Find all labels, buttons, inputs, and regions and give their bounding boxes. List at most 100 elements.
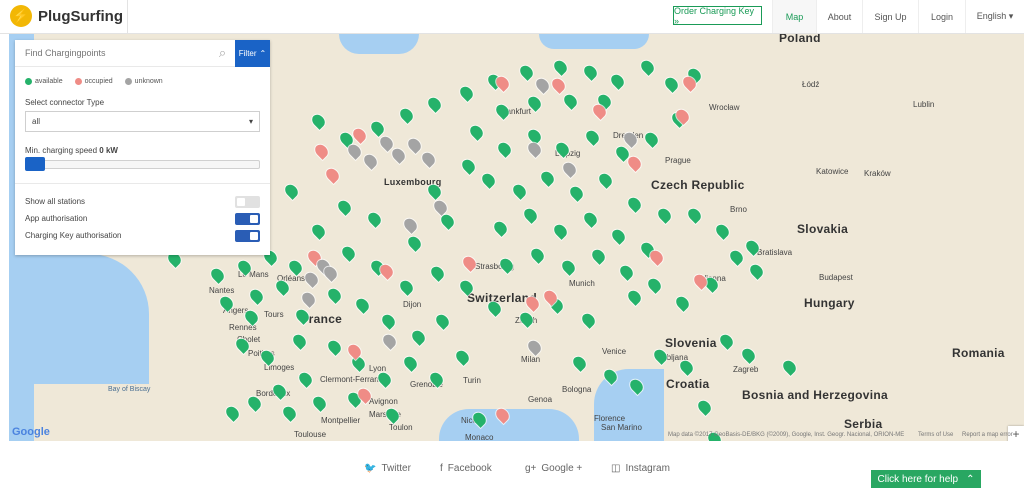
charging-point-pin[interactable]	[383, 406, 402, 424]
nav-language[interactable]: English ▾	[965, 0, 1024, 33]
connector-type-select[interactable]: all ▾	[25, 111, 260, 132]
charging-point-pin[interactable]	[339, 244, 358, 262]
nav-about[interactable]: About	[816, 0, 862, 33]
charging-point-pin[interactable]	[491, 219, 510, 237]
charging-point-pin[interactable]	[495, 140, 514, 158]
show-all-stations-toggle[interactable]	[235, 196, 260, 208]
charging-point-pin[interactable]	[457, 84, 476, 102]
map-report-link[interactable]: Report a map error	[962, 432, 1013, 438]
order-charging-key-button[interactable]: Order Charging Key »	[673, 6, 762, 26]
charging-point-pin[interactable]	[497, 256, 516, 274]
charging-point-pin[interactable]	[453, 348, 472, 366]
charging-point-pin[interactable]	[425, 95, 444, 113]
charging-point-pin[interactable]	[551, 222, 570, 240]
charging-point-pin[interactable]	[528, 246, 547, 264]
charging-point-pin[interactable]	[645, 276, 664, 294]
nav-map[interactable]: Map	[772, 0, 816, 33]
charging-point-pin[interactable]	[517, 63, 536, 81]
charging-speed-slider-handle[interactable]	[25, 157, 45, 171]
charging-point-pin[interactable]	[335, 198, 354, 216]
charging-point-pin[interactable]	[350, 126, 369, 144]
charging-point-pin[interactable]	[608, 72, 627, 90]
charging-point-pin[interactable]	[617, 263, 636, 281]
charging-point-pin[interactable]	[389, 146, 408, 164]
charging-point-pin[interactable]	[380, 332, 399, 350]
facebook-link[interactable]: f Facebook	[440, 463, 492, 474]
charging-point-pin[interactable]	[467, 123, 486, 141]
nav-login[interactable]: Login	[918, 0, 965, 33]
charging-point-pin[interactable]	[717, 332, 736, 350]
charging-point-pin[interactable]	[302, 270, 321, 288]
charging-point-pin[interactable]	[739, 346, 758, 364]
charging-point-pin[interactable]	[642, 130, 661, 148]
googleplus-link[interactable]: g+ Google +	[525, 463, 582, 474]
charging-point-pin[interactable]	[419, 150, 438, 168]
charging-point-pin[interactable]	[401, 216, 420, 234]
charging-point-pin[interactable]	[312, 142, 331, 160]
charging-point-pin[interactable]	[296, 370, 315, 388]
charging-point-pin[interactable]	[361, 152, 380, 170]
charging-point-pin[interactable]	[325, 286, 344, 304]
charging-point-pin[interactable]	[310, 394, 329, 412]
charging-point-pin[interactable]	[401, 354, 420, 372]
twitter-link[interactable]: 🐦 Twitter	[364, 463, 411, 474]
charging-point-pin[interactable]	[493, 102, 512, 120]
charging-point-pin[interactable]	[299, 290, 318, 308]
filter-button[interactable]: Filter ⌃	[235, 40, 270, 67]
charging-point-pin[interactable]	[747, 262, 766, 280]
charging-point-pin[interactable]	[579, 311, 598, 329]
charging-point-pin[interactable]	[655, 206, 674, 224]
charging-point-pin[interactable]	[247, 287, 266, 305]
charging-point-pin[interactable]	[581, 63, 600, 81]
logo[interactable]: ⚡ PlugSurfing	[10, 3, 125, 29]
charging-point-pin[interactable]	[479, 171, 498, 189]
charging-point-pin[interactable]	[780, 358, 799, 376]
charging-point-pin[interactable]	[638, 58, 657, 76]
charging-point-pin[interactable]	[325, 338, 344, 356]
charging-point-pin[interactable]	[409, 328, 428, 346]
charging-point-pin[interactable]	[290, 332, 309, 350]
charging-point-pin[interactable]	[405, 136, 424, 154]
charging-speed-slider[interactable]	[25, 160, 260, 169]
charging-point-pin[interactable]	[625, 288, 644, 306]
charging-point-pin[interactable]	[538, 169, 557, 187]
search-input[interactable]	[15, 40, 235, 67]
charging-point-pin[interactable]	[561, 92, 580, 110]
map-terms-link[interactable]: Terms of Use	[918, 432, 953, 438]
charging-point-pin[interactable]	[549, 76, 568, 94]
nav-signup[interactable]: Sign Up	[862, 0, 918, 33]
charging-point-pin[interactable]	[662, 75, 681, 93]
charging-point-pin[interactable]	[431, 198, 450, 216]
charging-point-pin[interactable]	[368, 119, 387, 137]
charging-point-pin[interactable]	[551, 58, 570, 76]
help-button[interactable]: Click here for help ⌃	[871, 470, 981, 488]
charging-point-pin[interactable]	[727, 248, 746, 266]
charging-point-pin[interactable]	[433, 312, 452, 330]
charging-point-pin[interactable]	[533, 76, 552, 94]
charging-point-pin[interactable]	[309, 112, 328, 130]
charging-point-pin[interactable]	[397, 106, 416, 124]
charging-point-pin[interactable]	[208, 266, 227, 284]
charging-point-pin[interactable]	[695, 398, 714, 416]
charging-point-pin[interactable]	[280, 404, 299, 422]
charging-point-pin[interactable]	[353, 296, 372, 314]
charging-point-pin[interactable]	[517, 310, 536, 328]
charging-point-pin[interactable]	[521, 206, 540, 224]
charging-point-pin[interactable]	[405, 234, 424, 252]
charging-point-pin[interactable]	[583, 128, 602, 146]
charging-point-pin[interactable]	[525, 140, 544, 158]
charging-point-pin[interactable]	[525, 338, 544, 356]
charging-point-pin[interactable]	[309, 222, 328, 240]
charging-point-pin[interactable]	[510, 182, 529, 200]
charging-key-authorisation-toggle[interactable]	[235, 230, 260, 242]
charging-point-pin[interactable]	[713, 222, 732, 240]
instagram-link[interactable]: ◫ Instagram	[611, 463, 670, 474]
charging-point-pin[interactable]	[570, 354, 589, 372]
search-icon[interactable]: ⌕	[215, 45, 230, 60]
google-logo[interactable]: Google	[12, 426, 50, 438]
charging-point-pin[interactable]	[323, 166, 342, 184]
charging-point-pin[interactable]	[596, 171, 615, 189]
charging-point-pin[interactable]	[223, 404, 242, 422]
charging-point-pin[interactable]	[379, 312, 398, 330]
charging-point-pin[interactable]	[428, 264, 447, 282]
